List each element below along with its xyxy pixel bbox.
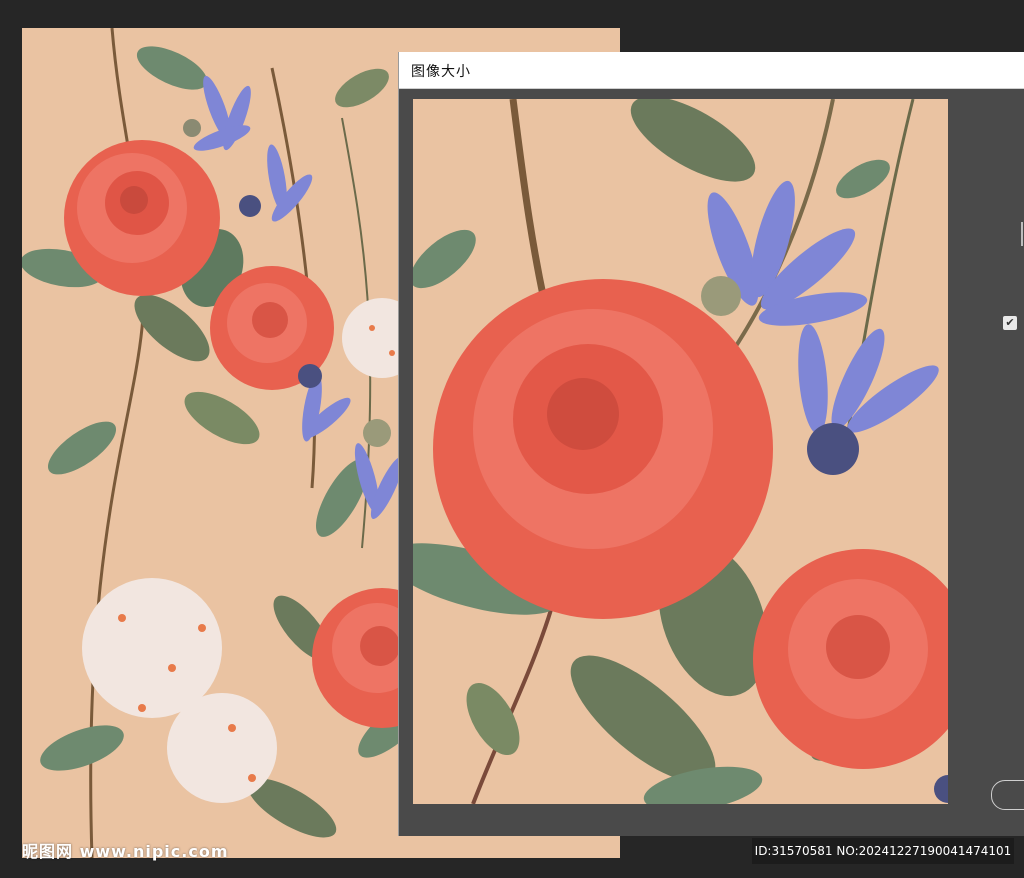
image-preview[interactable]	[413, 99, 948, 804]
floral-preview-image	[413, 99, 948, 804]
dialog-titlebar[interactable]: 图像大小	[399, 52, 1024, 89]
image-size-dialog: 图像大小 ✔	[398, 52, 1024, 836]
panel-divider	[1021, 222, 1023, 246]
resample-checkbox[interactable]: ✔	[1003, 316, 1017, 330]
ok-button[interactable]	[991, 780, 1024, 810]
watermark-site: 昵图网 www.nipic.com	[22, 842, 229, 861]
dialog-title: 图像大小	[411, 64, 471, 80]
watermark-id: ID:31570581 NO:20241227190041474101	[752, 838, 1014, 864]
